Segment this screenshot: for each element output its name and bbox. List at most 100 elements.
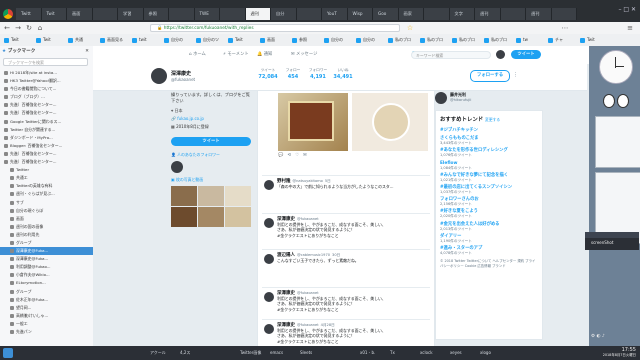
trend-tag[interactable]: #ジブハチキッチン [440,128,538,133]
bookmark-item[interactable]: 自分のツ [196,36,219,44]
bookmark-tree-item[interactable]: グループ [0,288,93,296]
bookmark-item[interactable]: 共通 [68,36,83,44]
bookmark-tree-item[interactable]: 一般エ [0,320,93,328]
bookmark-tree-item[interactable]: グループ [0,239,93,247]
taskbar-item[interactable]: アクール [150,348,178,358]
profile-stat[interactable]: いいね 34,491 [331,68,355,80]
taskbar-item[interactable]: Twitter画像 [240,348,268,358]
photo-thumb[interactable] [198,186,224,206]
bookmark-tree-item[interactable]: 自分の現ぐらぼ [0,207,93,215]
browser-tab[interactable]: 文字 [449,8,475,20]
bookmark-tree-item[interactable]: HK3 Twitter@Yahoo!翻訳... [0,77,93,85]
bookmark-tree-item[interactable]: 佐木正年@Fuka... [0,296,93,304]
bookmark-tree-item[interactable]: 先進）百補強化センター... [0,101,93,109]
photo-thumb[interactable] [225,186,251,206]
bookmark-tree-item[interactable]: Blogger: 百補強化センター... [0,142,93,150]
bookmark-tree-item[interactable]: 利用調整@Fukao... [0,263,93,271]
photo-thumb[interactable] [171,207,197,227]
tray-icon-1[interactable]: ⚙ [591,334,595,339]
bookmark-item[interactable]: 自分の [164,36,183,44]
sidebar-search-input[interactable]: ブックマークを検索 [3,58,88,66]
taskbar-item[interactable]: emacs [270,348,298,358]
trend-item[interactable]: #好きな夏をこよう 2,020件のツイート [440,209,538,218]
bookmark-tree-item[interactable]: Twitter 自分が関連する... [0,126,93,134]
screenshot-dialog[interactable]: screenShot [585,232,639,250]
bookmark-item[interactable]: チャ [548,36,563,44]
browser-tab[interactable] [424,8,450,20]
bookmark-tree-item[interactable]: 今日の書籍閲覧について... [0,85,93,93]
bookmark-tree-item[interactable]: ELtorymotion... [0,279,93,287]
minimize-icon[interactable]: – [618,6,621,13]
followers-you-know[interactable]: 👤 人のあなたのフォロワー [171,152,251,158]
bookmark-item[interactable]: 参照 [292,36,307,44]
forward-icon[interactable]: → [13,23,23,33]
retweet-icon[interactable]: ⟲ [287,153,291,158]
trend-item[interactable]: フォロワーさんのお 2,156件のツイート [440,197,538,206]
browser-tab[interactable]: 学習 [118,8,144,20]
taskbar-item[interactable]: 4,2ス [180,348,208,358]
twitter-search-input[interactable]: キーワード検索 [411,51,491,59]
bookmark-star-icon[interactable]: ☆ [405,23,415,33]
nav-messages[interactable]: ✉ メッセージ [291,51,317,57]
browser-tab[interactable]: 画家 [398,8,424,20]
bookmark-tree-item[interactable]: 先進パン [0,328,93,336]
bookmark-tree-item[interactable]: 週刊・ぐらばが見ぶ... [0,190,93,198]
tweet[interactable]: 深澤康史 @fukaoanet 利用との提供をし、やがまろこだ、成なする面こそ、美し… [262,287,430,312]
taskbar-item[interactable]: Sleets [300,348,328,358]
suggested-user-avatar[interactable] [435,92,447,104]
close-icon[interactable]: ✕ [631,6,636,13]
follower-avatar[interactable] [171,161,183,173]
trend-item[interactable]: ダイアリー 1,190件のツイート [440,234,538,243]
browser-tab[interactable]: 週刊 [526,8,552,20]
bookmark-tree-item[interactable]: Twitterの英雄な有料 [0,182,93,190]
bookmark-item[interactable]: 私のブロ [452,36,475,44]
tweet[interactable]: 深澤康史 @fukaoanet 4月28日 利用との提供をし、やがまろこだ、成なする面… [262,319,430,344]
bookmark-tree-item[interactable]: 先進）百補強化センター... [0,150,93,158]
browser-tab[interactable]: 週刊 [475,8,501,20]
link-text[interactable]: fukao.jp.co.jp [177,116,204,121]
bookmark-item[interactable]: 画面見る [100,36,123,44]
taskbar-item[interactable] [330,348,358,358]
photo-thumb[interactable] [198,207,224,227]
taskbar-item[interactable]: Tx [390,348,418,358]
trends-change-link[interactable]: 変更する [485,117,500,122]
footer-links[interactable]: © 2018 Twitter Twitterについて ヘルプセンター 規約 プラ… [440,259,538,269]
browser-tab[interactable]: YouT [322,8,348,20]
browser-tab[interactable] [169,8,195,20]
bookmark-tree-item[interactable]: 共通エ [0,174,93,182]
trend-item[interactable]: #みんなで好きな夢にて記念を描く 1,021件のツイート [440,173,538,182]
bookmark-tree-item[interactable]: ブログ（ブログ）... [0,93,93,101]
media-image-package[interactable] [278,93,348,151]
bookmark-item[interactable]: twit [132,36,147,44]
taskbar-item[interactable]: x01 - b. [360,348,388,358]
bookmark-item[interactable]: Twit [580,36,595,44]
browser-tab[interactable] [92,8,118,20]
side-window-1[interactable] [595,116,640,168]
tray-icon-3[interactable]: ♪ [602,334,605,339]
photos-link[interactable]: ▣ 枚の写真と動画 [171,177,251,183]
browser-tab[interactable]: 参照 [143,8,169,20]
profile-stat[interactable]: フォロー 454 [281,68,305,80]
browser-tab[interactable] [296,8,322,20]
reply-icon[interactable]: 💬 [278,153,283,158]
bookmark-item[interactable]: tw [516,36,528,44]
bookmark-tree-item[interactable]: 先進）百補強化センター... [0,158,93,166]
dm-icon[interactable]: ✉ [303,153,307,158]
tweet-time[interactable]: 4月28日 [321,323,335,327]
bookmark-tree-item[interactable]: 週刊の国の画像 [0,223,93,231]
bookmark-item[interactable]: 自分の [324,36,343,44]
bookmark-tree-item[interactable]: Google Twitterに関わるス... [0,118,93,126]
bookmark-item[interactable]: Twit [36,36,51,44]
bookmark-tree-item[interactable]: 先進）百補強化センター... [0,109,93,117]
profile-stat[interactable]: フォロワー 4,191 [306,68,330,80]
extensions-icon[interactable]: ⋯ [560,23,570,33]
bookmark-item[interactable]: Twit [4,36,19,44]
bookmark-item[interactable]: 自分の [356,36,375,44]
photo-thumb[interactable] [171,186,197,206]
tweet-time[interactable]: 5日 [325,179,331,183]
photo-thumb[interactable] [225,207,251,227]
bookmark-tree-item[interactable]: 週刊の利用先 [0,231,93,239]
trend-item[interactable]: #あなたを形作る世ロディレシング 1,076件のツイート [440,148,538,157]
browser-tab[interactable] [500,8,526,20]
media-image-drink[interactable] [352,93,428,151]
